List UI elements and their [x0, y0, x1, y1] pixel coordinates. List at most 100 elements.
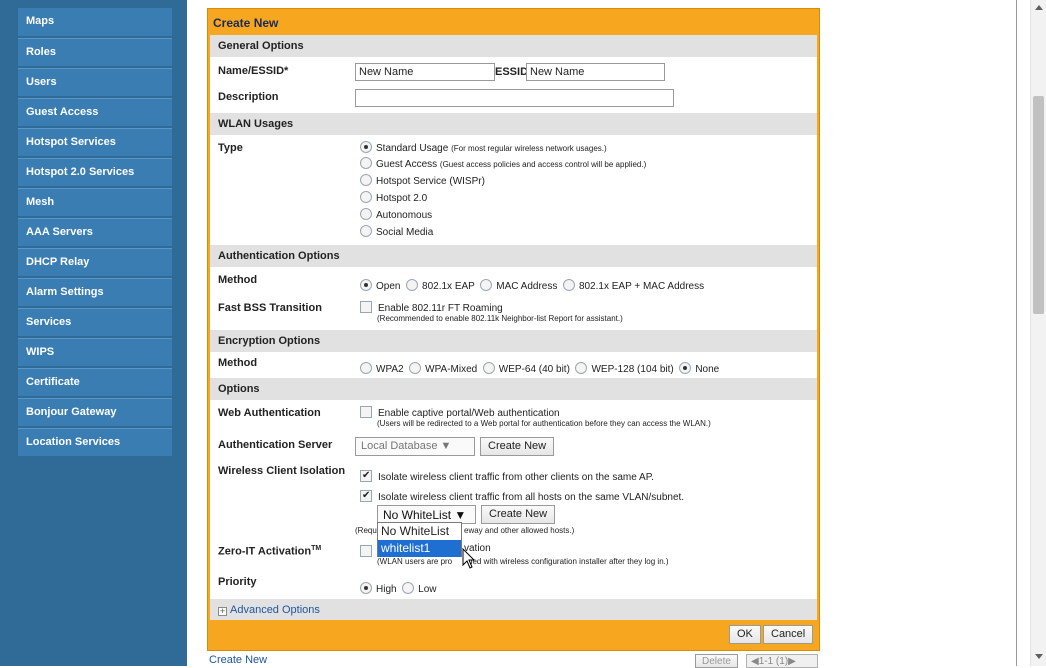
- web-auth-option[interactable]: Enable captive portal/Web authentication: [360, 406, 560, 419]
- radio-8021x-eap-mac[interactable]: [562, 279, 575, 291]
- name-essid-label: Name/ESSID*: [218, 65, 289, 77]
- sidebar-item-certificate[interactable]: Certificate: [18, 368, 172, 396]
- radio-none[interactable]: [679, 362, 692, 374]
- content-divider: [1016, 0, 1017, 666]
- type-option-label: Standard Usage: [376, 143, 449, 154]
- scroll-down-icon[interactable]: [1035, 654, 1043, 659]
- sidebar-item-hotspot-services[interactable]: Hotspot Services: [18, 128, 172, 156]
- sidebar-item-label: Roles: [26, 46, 56, 58]
- whitelist-create-new-button[interactable]: Create New: [481, 505, 556, 524]
- create-new-link[interactable]: Create New: [209, 654, 267, 666]
- isolation-option-2[interactable]: Isolate wireless client traffic from all…: [360, 490, 684, 503]
- sidebar-item-dhcp-relay[interactable]: DHCP Relay: [18, 248, 172, 276]
- sidebar-item-label: WIPS: [26, 346, 55, 358]
- radio-guest-access[interactable]: [360, 157, 372, 169]
- radio-wep-128[interactable]: [575, 362, 588, 374]
- auth-method-label: Method: [218, 274, 258, 286]
- type-option-standard[interactable]: Standard Usage (For most regular wireles…: [360, 141, 607, 154]
- scroll-up-icon[interactable]: [1035, 5, 1043, 10]
- sidebar-item-label: DHCP Relay: [26, 256, 90, 268]
- zero-it-note-end: ded with wireless configuration installe…: [468, 557, 669, 566]
- sidebar-item-label: Bonjour Gateway: [26, 406, 117, 418]
- radio-wep-64[interactable]: [482, 362, 495, 374]
- whitelist-dropdown-list: No WhiteList whitelist1: [377, 522, 462, 557]
- priority-option-label: Low: [418, 584, 437, 595]
- whitelist-option-no-whitelist[interactable]: No WhiteList: [378, 523, 461, 540]
- auth-method-option-label: 802.1x EAP + MAC Address: [578, 281, 705, 292]
- sidebar-item-roles[interactable]: Roles: [18, 38, 172, 66]
- auth-method-option-label: 802.1x EAP: [422, 281, 475, 292]
- sidebar-item-maps[interactable]: Maps: [18, 8, 172, 36]
- type-option-hotspot-20[interactable]: Hotspot 2.0: [360, 191, 427, 204]
- sidebar-item-services[interactable]: Services: [18, 308, 172, 336]
- fast-bss-text: Enable 802.11r FT Roaming: [378, 303, 503, 314]
- radio-autonomous[interactable]: [360, 208, 372, 220]
- section-options: Options: [210, 378, 817, 400]
- ok-button[interactable]: OK: [729, 625, 761, 644]
- isolation-ap-checkbox[interactable]: [360, 470, 372, 482]
- zero-it-checkbox[interactable]: [360, 545, 372, 557]
- radio-wpa-mixed[interactable]: [409, 362, 422, 374]
- sidebar-item-alarm-settings[interactable]: Alarm Settings: [18, 278, 172, 306]
- description-label: Description: [218, 91, 279, 103]
- next-page-icon[interactable]: ▶: [788, 656, 796, 667]
- auth-server-create-new-button[interactable]: Create New: [480, 437, 555, 456]
- sidebar: Maps Roles Users Guest Access Hotspot Se…: [0, 0, 187, 666]
- cancel-button[interactable]: Cancel: [763, 625, 814, 644]
- radio-priority-high[interactable]: [360, 582, 372, 594]
- sidebar-item-location-services[interactable]: Location Services: [18, 428, 172, 456]
- isolation-1-text: Isolate wireless client traffic from oth…: [378, 472, 654, 483]
- sidebar-item-label: Mesh: [26, 196, 55, 208]
- radio-mac-address[interactable]: [480, 279, 493, 291]
- advanced-options-toggle[interactable]: + Advanced Options: [210, 599, 817, 620]
- type-option-guest[interactable]: Guest Access (Guest access policies and …: [360, 157, 646, 170]
- essid-input[interactable]: [526, 63, 665, 81]
- whitelist-option-whitelist1[interactable]: whitelist1: [378, 540, 461, 557]
- sidebar-item-users[interactable]: Users: [18, 68, 172, 96]
- zero-it-option[interactable]: [360, 545, 378, 558]
- fast-bss-option[interactable]: Enable 802.11r FT Roaming: [360, 301, 503, 314]
- prev-page-icon[interactable]: ◀: [751, 656, 759, 667]
- enc-method-label: Method: [218, 357, 258, 369]
- web-auth-checkbox[interactable]: [360, 406, 372, 418]
- sidebar-item-wips[interactable]: WIPS: [18, 338, 172, 366]
- sidebar-item-label: Location Services: [26, 436, 121, 448]
- type-option-hotspot[interactable]: Hotspot Service (WISPr): [360, 174, 485, 187]
- isolation-label: Wireless Client Isolation: [218, 465, 346, 477]
- description-input[interactable]: [355, 89, 674, 107]
- isolation-vlan-checkbox[interactable]: [360, 490, 372, 502]
- type-option-label: Hotspot Service (WISPr): [376, 176, 485, 187]
- radio-priority-low[interactable]: [402, 582, 415, 594]
- sidebar-item-mesh[interactable]: Mesh: [18, 188, 172, 216]
- enc-method-option-label: None: [695, 364, 720, 375]
- radio-hotspot-20[interactable]: [360, 191, 372, 203]
- isolation-option-1[interactable]: Isolate wireless client traffic from oth…: [360, 470, 654, 483]
- vertical-scrollbar[interactable]: [1030, 0, 1046, 666]
- radio-wpa2[interactable]: [360, 362, 372, 374]
- auth-server-select[interactable]: Local Database ▼: [355, 437, 475, 456]
- type-option-label: Social Media: [376, 227, 434, 238]
- auth-method-options: Open 802.1x EAP MAC Address 802.1x EAP +…: [360, 279, 704, 292]
- type-option-social-media[interactable]: Social Media: [360, 225, 433, 238]
- enc-method-option-label: WPA-Mixed: [425, 364, 478, 375]
- radio-social-media[interactable]: [360, 225, 372, 237]
- radio-open[interactable]: [360, 279, 372, 291]
- sidebar-item-guest-access[interactable]: Guest Access: [18, 98, 172, 126]
- type-option-label: Guest Access: [376, 159, 438, 170]
- sidebar-item-aaa-servers[interactable]: AAA Servers: [18, 218, 172, 246]
- sidebar-item-label: Hotspot Services: [26, 136, 116, 148]
- type-option-autonomous[interactable]: Autonomous: [360, 208, 432, 221]
- fast-bss-checkbox[interactable]: [360, 301, 372, 313]
- sidebar-item-hotspot-20-services[interactable]: Hotspot 2.0 Services: [18, 158, 172, 186]
- expand-plus-icon[interactable]: +: [218, 607, 227, 616]
- radio-standard-usage[interactable]: [360, 141, 372, 153]
- zero-it-label-text: Zero-IT Activation: [218, 545, 312, 558]
- radio-hotspot-service[interactable]: [360, 174, 372, 186]
- sidebar-item-bonjour-gateway[interactable]: Bonjour Gateway: [18, 398, 172, 426]
- web-auth-label: Web Authentication: [218, 407, 321, 419]
- sidebar-item-label: AAA Servers: [26, 226, 93, 238]
- enc-method-options: WPA2 WPA-Mixed WEP-64 (40 bit) WEP-128 (…: [360, 362, 719, 375]
- radio-8021x-eap[interactable]: [406, 279, 419, 291]
- scrollbar-thumb[interactable]: [1033, 96, 1044, 314]
- name-input[interactable]: [355, 63, 495, 81]
